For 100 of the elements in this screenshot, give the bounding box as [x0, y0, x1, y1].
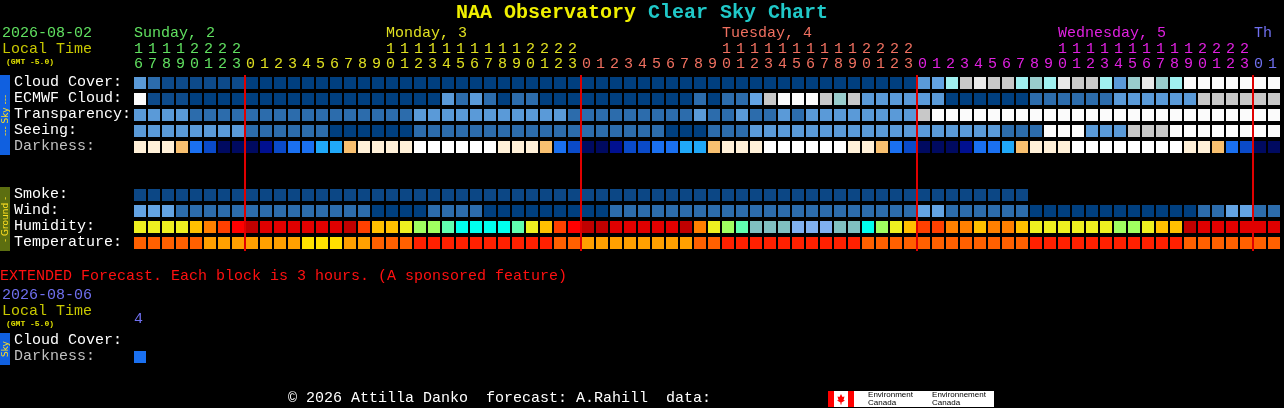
hour-label: 1 — [596, 57, 605, 72]
canada-flag-icon — [828, 391, 855, 407]
hour-label: 5 — [652, 57, 661, 72]
row-label: Darkness: — [13, 349, 96, 365]
logo-text: Environnement — [932, 391, 986, 399]
time-label: Local Time — [1, 304, 93, 319]
hour-label: 4 — [638, 57, 647, 72]
extended-note: EXTENDED Forecast. Each block is 3 hours. (A sponsored feature) — [0, 269, 569, 285]
day-label: Tuesday, 4 — [722, 26, 813, 42]
hour-label: 0 — [246, 57, 255, 72]
hour-label: 2 — [274, 57, 283, 72]
hour-label: 22 — [890, 42, 899, 72]
hour-label: 1 — [1268, 57, 1277, 72]
hour-label: 14 — [442, 42, 451, 72]
hour-label: 21 — [876, 42, 885, 72]
hour-label: 14 — [778, 42, 787, 72]
hour-label: 15 — [792, 42, 801, 72]
hour-label: 22 — [218, 42, 227, 72]
hour-label: 16 — [1142, 42, 1151, 72]
time-label: Local Time — [1, 42, 93, 57]
row-label: Darkness: — [13, 139, 96, 155]
row-label: Temperature: — [13, 235, 124, 251]
timezone-label: (GMT -5.0) — [5, 57, 55, 67]
hour-label: 16 — [134, 42, 143, 72]
hour-label: 5 — [988, 57, 997, 72]
hour-label: 19 — [848, 42, 857, 72]
hour-label: 3 — [288, 57, 297, 72]
hour-label: 6 — [1002, 57, 1011, 72]
hour-label: 20 — [190, 42, 199, 72]
day-label: Th — [1254, 26, 1273, 42]
hour-label: 15 — [1128, 42, 1137, 72]
row-label: Humidity: — [13, 219, 96, 235]
hour-label: 17 — [484, 42, 493, 72]
hour-label: 9 — [1044, 57, 1053, 72]
hour-label: 12 — [1086, 42, 1095, 72]
hour-label: 16 — [470, 42, 479, 72]
hour-label: 0 — [918, 57, 927, 72]
hour-label: 8 — [1030, 57, 1039, 72]
credit-text: © 2026 Attilla Danko forecast: A.Rahill data: — [288, 391, 712, 407]
hour-label: 7 — [1016, 57, 1025, 72]
hour-label: 22 — [1226, 42, 1235, 72]
hour-label: 23 — [904, 42, 913, 72]
hour-label: 11 — [1072, 42, 1081, 72]
hour-label: 0 — [1254, 57, 1263, 72]
hour-label: 18 — [498, 42, 507, 72]
hour-label: 21 — [1212, 42, 1221, 72]
hour-label: 3 — [960, 57, 969, 72]
hour-label: 12 — [750, 42, 759, 72]
hour-label: 9 — [372, 57, 381, 72]
logo-text: Environment — [868, 391, 914, 399]
day-label: Sunday, 2 — [134, 26, 216, 42]
hour-label: 8 — [358, 57, 367, 72]
hour-label: 18 — [162, 42, 171, 72]
timezone-label: (GMT -5.0) — [5, 319, 55, 329]
hour-label: 8 — [694, 57, 703, 72]
hour-label: 19 — [1184, 42, 1193, 72]
logo-text: Canada — [932, 399, 962, 407]
hour-label: 16 — [806, 42, 815, 72]
day-label: Wednesday, 5 — [1058, 26, 1168, 42]
hour-label: 19 — [176, 42, 185, 72]
date-label: 2026-08-06 — [1, 288, 93, 304]
hour-label: 9 — [708, 57, 717, 72]
hour-label: 4 — [974, 57, 983, 72]
hour-label: 20 — [862, 42, 871, 72]
hour-label: 13 — [428, 42, 437, 72]
day-label: Monday, 3 — [386, 26, 468, 42]
hour-label: 1 — [260, 57, 269, 72]
hour-label: 20 — [1198, 42, 1207, 72]
hour-label: 7 — [344, 57, 353, 72]
hour-label: 14 — [1114, 42, 1123, 72]
hour-label: 2 — [610, 57, 619, 72]
date-label: 2026-08-02 — [1, 26, 93, 42]
hour-label: 20 — [526, 42, 535, 72]
hour-label: 5 — [316, 57, 325, 72]
row-label: Seeing: — [13, 123, 78, 139]
row-label: Smoke: — [13, 187, 69, 203]
hour-label: 18 — [834, 42, 843, 72]
chart-title: Clear Sky Chart — [648, 0, 829, 26]
hour-label: 7 — [680, 57, 689, 72]
hour-label: 10 — [722, 42, 731, 72]
hour-label: 4 — [302, 57, 311, 72]
hour-label: 10 — [1058, 42, 1067, 72]
hour-label: 22 — [554, 42, 563, 72]
row-label: ECMWF Cloud: — [13, 91, 124, 107]
hour-label: 17 — [148, 42, 157, 72]
hour-label: 18 — [1170, 42, 1179, 72]
hour-label: 23 — [232, 42, 241, 72]
hour-label: 23 — [1240, 42, 1249, 72]
logo-text: Canada — [868, 399, 898, 407]
row-label: Transparency: — [13, 107, 133, 123]
hour-label: 1 — [932, 57, 941, 72]
hour-label: 6 — [330, 57, 339, 72]
hour-label: 17 — [1156, 42, 1165, 72]
hour-label: 11 — [400, 42, 409, 72]
hour-label: 4 — [134, 312, 144, 327]
hour-label: 10 — [386, 42, 395, 72]
hour-label: 21 — [540, 42, 549, 72]
row-label: Cloud Cover: — [13, 333, 124, 349]
hour-label: 13 — [764, 42, 773, 72]
site-title: NAA Observatory — [455, 0, 636, 26]
